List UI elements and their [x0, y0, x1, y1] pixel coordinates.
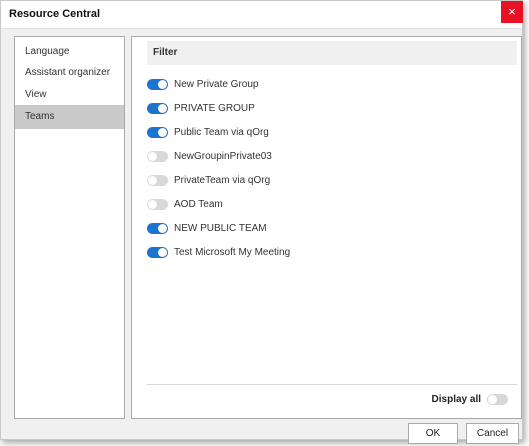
group-label: NEW PUBLIC TEAM — [174, 222, 267, 234]
group-row-privateteam-via-qorg: PrivateTeam via qOrg — [147, 172, 270, 188]
ok-button[interactable]: OK — [408, 423, 458, 444]
display-all-label: Display all — [431, 393, 481, 405]
display-all-row: Display all — [432, 391, 508, 407]
settings-nav: Language Assistant organizer View Teams — [14, 36, 125, 419]
close-icon: × — [508, 4, 516, 19]
group-label: New Private Group — [174, 78, 259, 90]
group-toggle[interactable] — [147, 198, 168, 210]
title-bar: Resource Central × — [1, 1, 523, 29]
group-toggle[interactable] — [147, 246, 168, 258]
group-row-public-team-via-qorg: Public Team via qOrg — [147, 124, 269, 140]
group-row-newgroupinprivate03: NewGroupinPrivate03 — [147, 148, 272, 164]
group-label: AOD Team — [174, 198, 223, 210]
group-label: Public Team via qOrg — [174, 126, 269, 138]
filter-header: Filter — [147, 41, 517, 65]
group-row-test-microsoft-my-meeting: Test Microsoft My Meeting — [147, 244, 290, 260]
group-label: NewGroupinPrivate03 — [174, 150, 272, 162]
group-toggle[interactable] — [147, 78, 168, 90]
nav-item-assistant-organizer[interactable]: Assistant organizer — [15, 61, 124, 85]
group-label: Test Microsoft My Meeting — [174, 246, 291, 258]
group-toggle[interactable] — [147, 222, 168, 234]
nav-item-view[interactable]: View — [15, 83, 124, 107]
nav-item-teams[interactable]: Teams — [15, 105, 124, 129]
group-row-aod-team: AOD Team — [147, 196, 223, 212]
group-toggle[interactable] — [147, 150, 168, 162]
display-all-toggle[interactable] — [487, 393, 508, 405]
group-row-new-private-group: New Private Group — [147, 76, 258, 92]
close-button[interactable]: × — [501, 1, 523, 23]
group-label: PRIVATE GROUP — [174, 102, 255, 114]
group-toggle[interactable] — [147, 174, 168, 186]
group-label: PrivateTeam via qOrg — [174, 174, 271, 186]
group-toggle[interactable] — [147, 126, 168, 138]
group-row-private-group: PRIVATE GROUP — [147, 100, 255, 116]
teams-panel: Filter New Private Group PRIVATE GROUP P… — [131, 36, 522, 419]
window-title: Resource Central — [9, 8, 101, 20]
group-row-new-public-team: NEW PUBLIC TEAM — [147, 220, 267, 236]
resource-central-dialog: Resource Central × Language Assistant or… — [0, 0, 523, 444]
group-toggle[interactable] — [147, 102, 168, 114]
cancel-button[interactable]: Cancel — [466, 423, 519, 444]
divider — [147, 384, 517, 385]
